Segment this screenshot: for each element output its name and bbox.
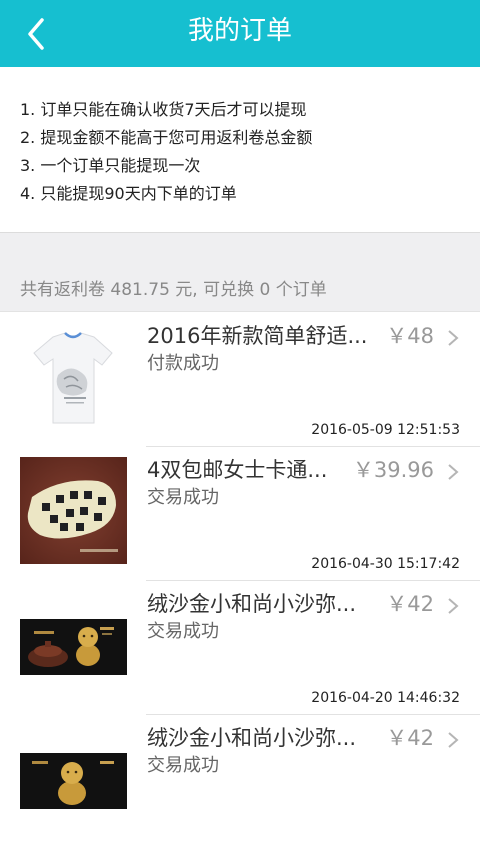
order-item[interactable]: 2016年新款简单舒适... ￥48 付款成功 2016-05-09 12:51… [0, 313, 480, 447]
order-date: 2016-04-20 14:46:32 [311, 690, 460, 706]
product-thumbnail [20, 323, 127, 430]
order-list: 2016年新款简单舒适... ￥48 付款成功 2016-05-09 12:51… [0, 313, 480, 849]
header-bar: 我的订单 [0, 0, 480, 67]
product-price: ￥48 [386, 324, 434, 348]
chevron-right-icon [448, 464, 459, 480]
rule-item: 2. 提现金额不能高于您可用返利卷总金额 [20, 128, 313, 147]
order-status: 交易成功 [147, 755, 219, 776]
order-status: 交易成功 [147, 621, 219, 642]
product-name: 2016年新款简单舒适... [147, 324, 368, 348]
page-title: 我的订单 [187, 16, 292, 46]
rule-item: 3. 一个订单只能提现一次 [20, 156, 201, 175]
product-price: ￥42 [386, 592, 434, 616]
chevron-right-icon [448, 598, 459, 614]
chevron-right-icon [448, 732, 459, 748]
product-name: 绒沙金小和尚小沙弥... [147, 726, 357, 750]
order-item[interactable]: 4双包邮女士卡通... ￥39.96 交易成功 2016-04-30 15:17… [0, 447, 480, 581]
order-status: 交易成功 [147, 487, 219, 508]
summary-section: 共有返利卷 481.75 元, 可兑换 0 个订单 [0, 232, 480, 312]
rebate-summary: 共有返利卷 481.75 元, 可兑换 0 个订单 [20, 280, 327, 300]
product-thumbnail [20, 725, 127, 832]
product-thumbnail [20, 591, 127, 698]
product-price: ￥39.96 [352, 458, 434, 482]
product-name: 绒沙金小和尚小沙弥... [147, 592, 357, 616]
chevron-right-icon [448, 330, 459, 346]
rule-item: 1. 订单只能在确认收货7天后才可以提现 [20, 100, 307, 119]
order-item[interactable]: 绒沙金小和尚小沙弥... ￥42 交易成功 2016-04-20 14:46:3… [0, 581, 480, 715]
product-price: ￥42 [386, 726, 434, 750]
order-item[interactable]: 绒沙金小和尚小沙弥... ￥42 交易成功 [0, 715, 480, 849]
product-name: 4双包邮女士卡通... [147, 458, 328, 482]
order-date: 2016-04-30 15:17:42 [311, 556, 460, 572]
order-status: 付款成功 [147, 353, 219, 374]
order-date: 2016-05-09 12:51:53 [311, 422, 460, 438]
rule-item: 4. 只能提现90天内下单的订单 [20, 184, 237, 203]
product-thumbnail [20, 457, 127, 564]
rules-section: 1. 订单只能在确认收货7天后才可以提现 2. 提现金额不能高于您可用返利卷总金… [0, 67, 480, 232]
